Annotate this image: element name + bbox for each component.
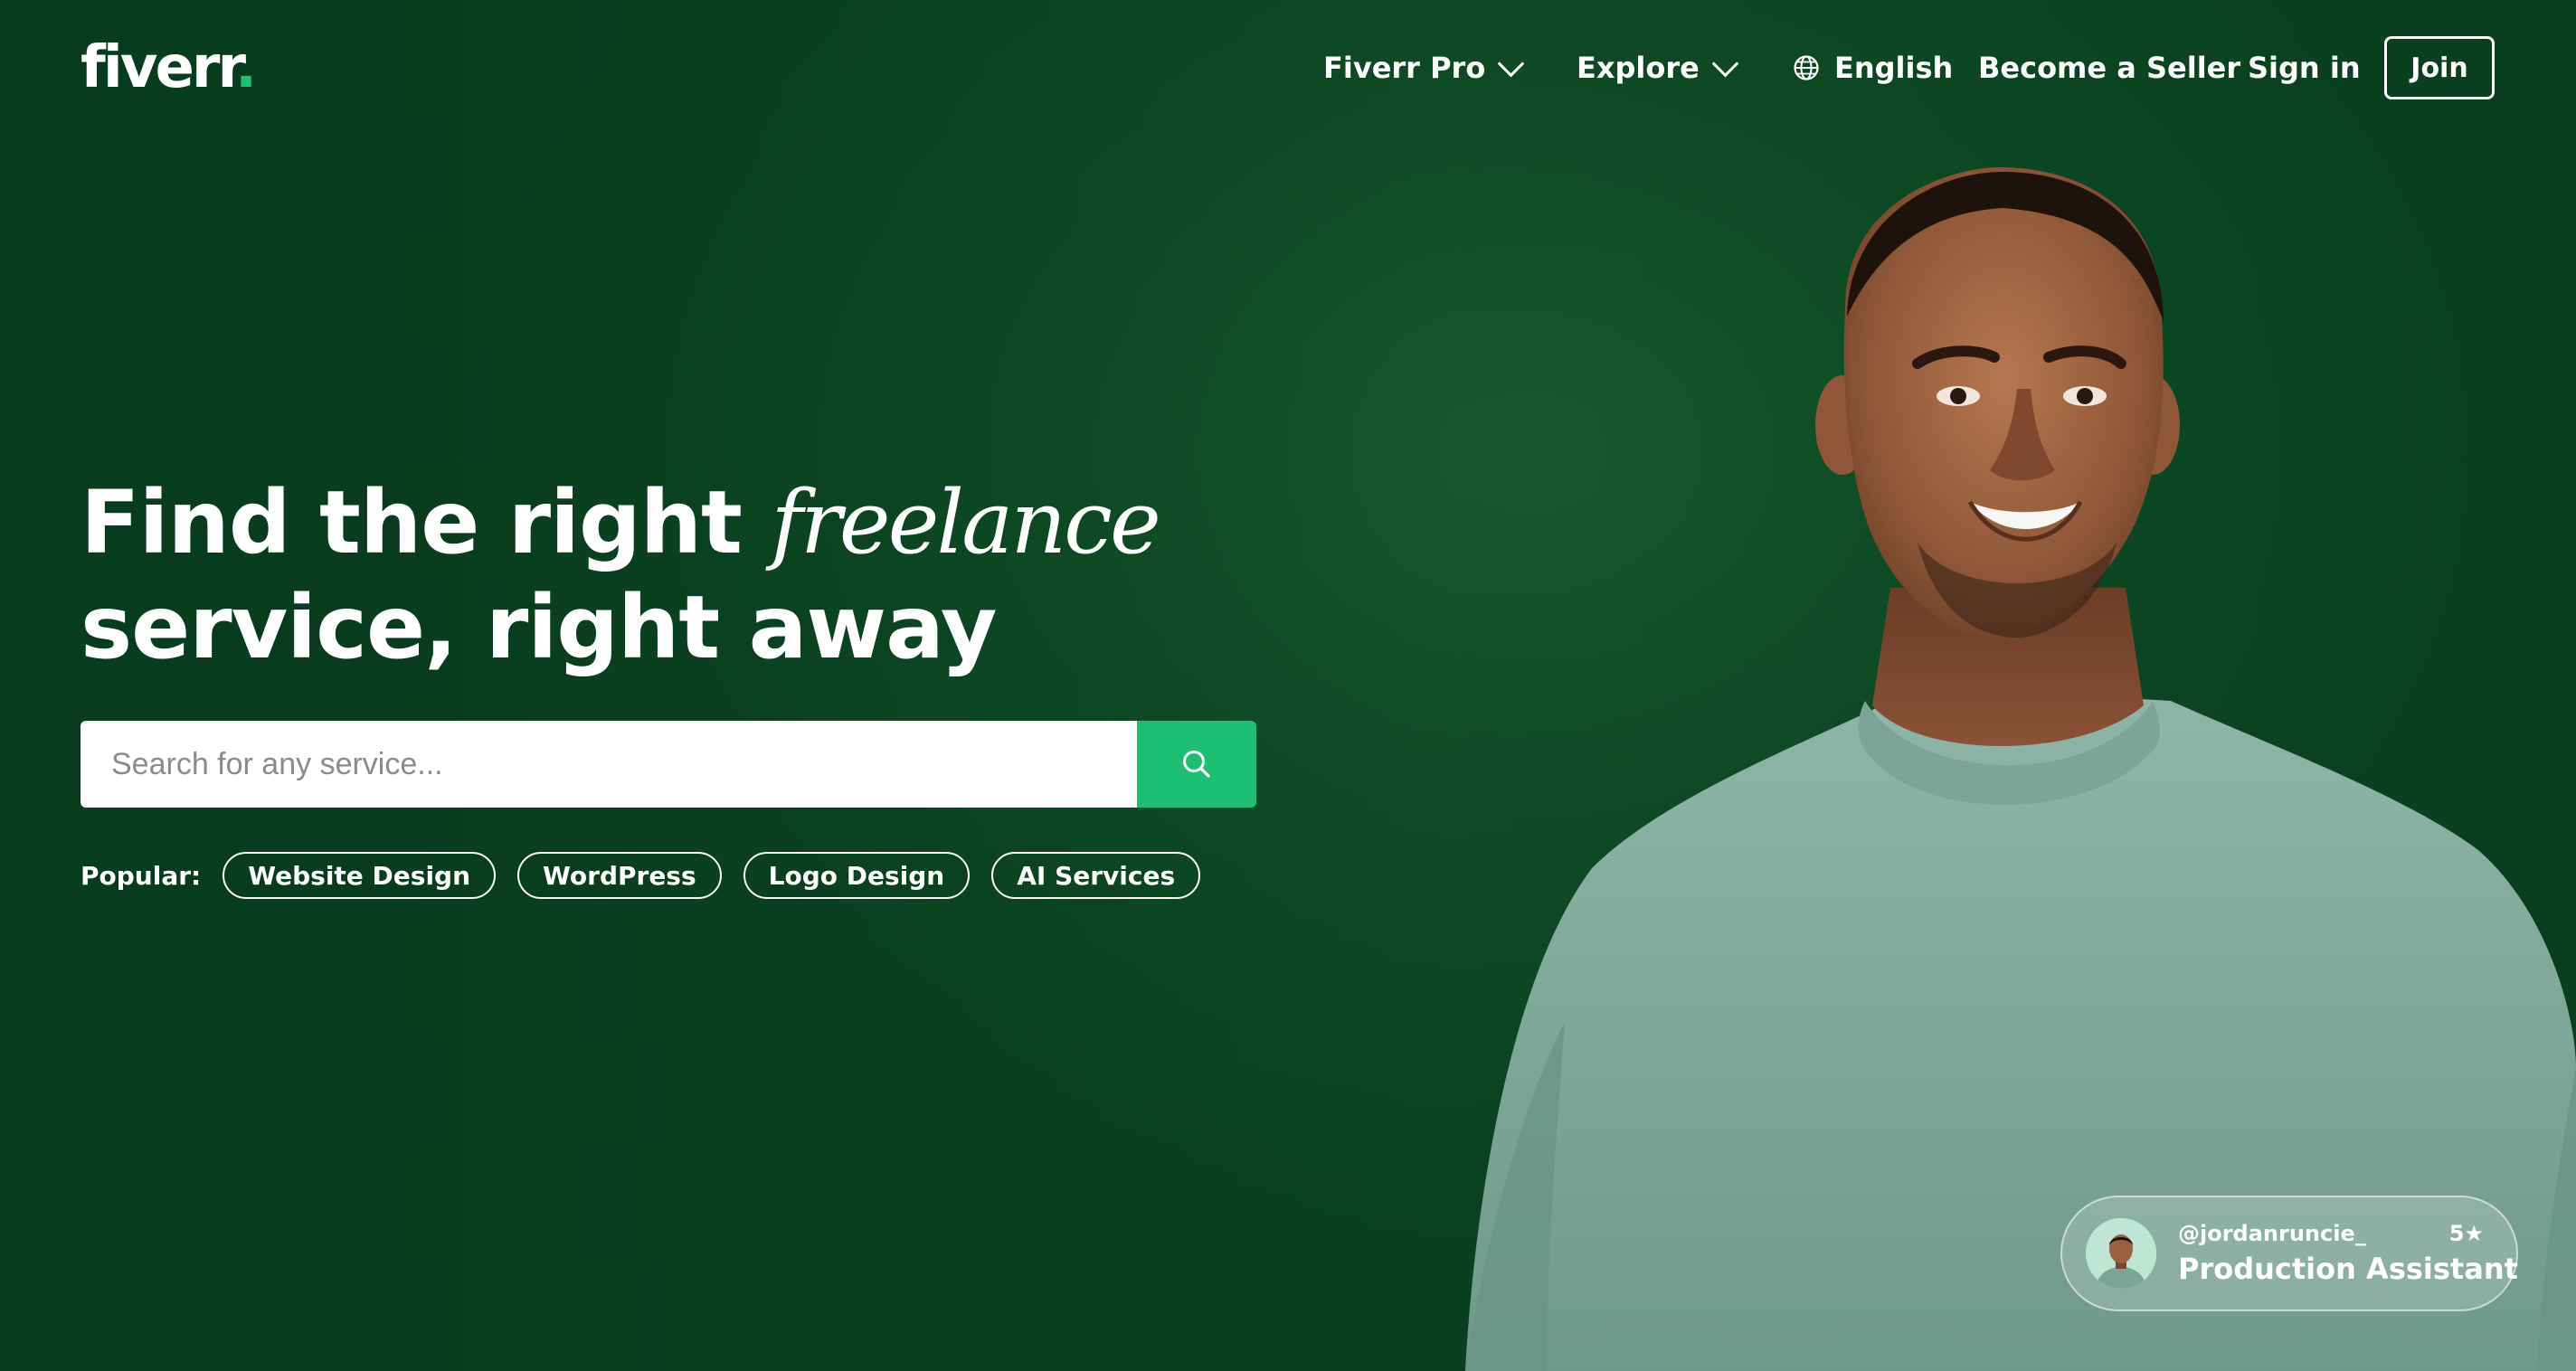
nav-become-seller[interactable]: Become a Seller xyxy=(1978,36,2240,99)
nav-sign-in-label: Sign in xyxy=(2248,51,2361,85)
search-icon xyxy=(1183,751,1210,778)
seller-avatar xyxy=(2086,1218,2156,1289)
logo-text: fiverr xyxy=(80,34,238,101)
nav-explore-label: Explore xyxy=(1577,51,1700,85)
popular-label: Popular: xyxy=(80,860,202,891)
avatar-image xyxy=(2086,1218,2156,1289)
seller-card[interactable]: @jordanruncie_ 5★ Production Assistant xyxy=(2060,1196,2518,1311)
search-bar xyxy=(80,721,1256,808)
nav-explore[interactable]: Explore xyxy=(1577,36,1739,99)
fiverr-logo[interactable]: fiverr. xyxy=(80,34,257,101)
seller-info: @jordanruncie_ 5★ Production Assistant xyxy=(2178,1221,2518,1286)
join-button[interactable]: Join xyxy=(2384,36,2495,99)
seller-role: Production Assistant xyxy=(2178,1252,2518,1286)
nav-sign-in[interactable]: Sign in xyxy=(2248,36,2361,99)
headline-text-1: Find the right xyxy=(80,472,772,573)
headline-italic: freelance xyxy=(771,472,1160,573)
nav-language[interactable]: English xyxy=(1793,36,1953,99)
popular-tag-wordpress[interactable]: WordPress xyxy=(517,852,722,899)
seller-handle: @jordanruncie_ xyxy=(2178,1221,2366,1246)
hero-headline: Find the right freelance service, right … xyxy=(80,470,1161,680)
popular-tag-logo-design[interactable]: Logo Design xyxy=(743,852,971,899)
logo-dot: . xyxy=(234,34,257,101)
join-button-label: Join xyxy=(2410,52,2468,84)
globe-icon xyxy=(1794,55,1819,80)
hero-person-image xyxy=(1465,167,2576,1371)
nav-become-seller-label: Become a Seller xyxy=(1978,51,2241,85)
search-button[interactable] xyxy=(1137,721,1256,808)
nav-language-label: English xyxy=(1834,51,1954,85)
popular-tag-ai-services[interactable]: AI Services xyxy=(991,852,1201,899)
chevron-down-icon xyxy=(1711,50,1739,77)
nav-fiverr-pro-label: Fiverr Pro xyxy=(1323,51,1486,85)
chevron-down-icon xyxy=(1497,50,1525,77)
headline-line-2: service, right away xyxy=(80,577,997,678)
popular-tags: Popular: Website Design WordPress Logo D… xyxy=(80,850,1222,901)
nav-fiverr-pro[interactable]: Fiverr Pro xyxy=(1323,36,1525,99)
search-input[interactable] xyxy=(80,721,1137,808)
popular-tag-website-design[interactable]: Website Design xyxy=(223,852,497,899)
seller-rating: 5★ xyxy=(2448,1221,2484,1246)
headline-line-1: Find the right freelance xyxy=(80,470,1161,575)
